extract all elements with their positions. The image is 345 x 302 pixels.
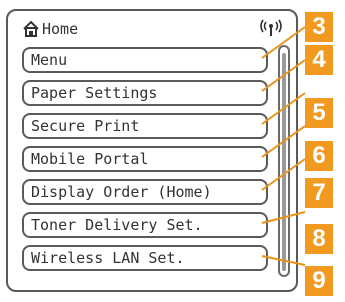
home-icon[interactable]	[22, 20, 40, 38]
paper-settings-button[interactable]: Paper Settings	[22, 80, 268, 106]
callout-badge-3: 3	[305, 12, 333, 42]
secure-print-button[interactable]: Secure Print	[22, 113, 268, 139]
home-screen-panel: Home Menu Paper Settings Secure Print Mo…	[6, 9, 298, 292]
mobile-portal-button[interactable]: Mobile Portal	[22, 146, 268, 172]
callout-badge-9: 9	[305, 266, 333, 296]
callout-badge-4: 4	[305, 45, 333, 75]
menu-button[interactable]: Menu	[22, 47, 268, 73]
home-title: Home	[42, 20, 79, 38]
wireless-signal-icon	[260, 19, 282, 36]
scrollbar-thumb[interactable]	[282, 53, 286, 271]
toner-delivery-button[interactable]: Toner Delivery Set.	[22, 212, 268, 238]
scrollbar[interactable]	[278, 45, 290, 277]
callout-badge-8: 8	[305, 224, 333, 254]
wireless-lan-button[interactable]: Wireless LAN Set.	[22, 245, 268, 271]
callout-badge-6: 6	[305, 141, 333, 171]
display-order-home-button[interactable]: Display Order (Home)	[22, 179, 268, 205]
callout-badge-5: 5	[305, 98, 333, 128]
header-bar: Home	[18, 17, 288, 41]
callout-badge-7: 7	[305, 178, 333, 208]
